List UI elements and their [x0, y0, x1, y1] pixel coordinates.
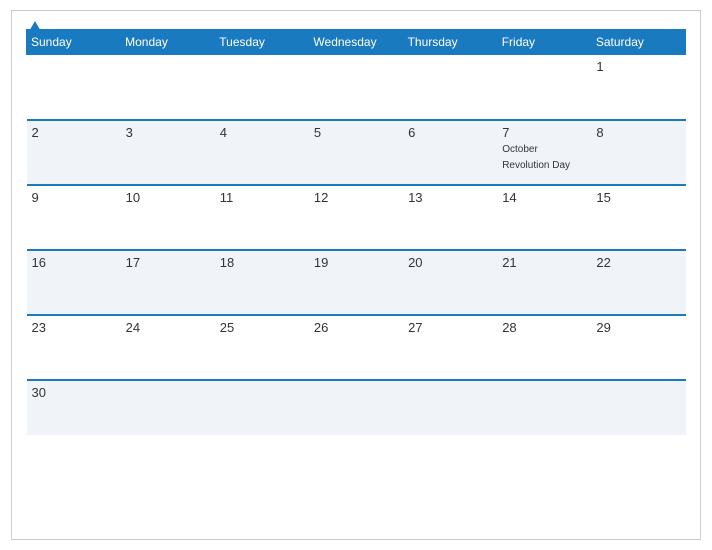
- calendar-cell: [27, 55, 121, 120]
- day-number: 8: [596, 125, 680, 140]
- day-number: 29: [596, 320, 680, 335]
- day-number: 11: [220, 190, 304, 205]
- calendar-cell: 10: [121, 185, 215, 250]
- calendar-cell: 6: [403, 120, 497, 185]
- day-number: 18: [220, 255, 304, 270]
- logo-blue-text: [26, 21, 42, 34]
- calendar-cell: 14: [497, 185, 591, 250]
- day-number: 19: [314, 255, 398, 270]
- day-number: 7: [502, 125, 586, 140]
- calendar-cell: 9: [27, 185, 121, 250]
- day-number: 20: [408, 255, 492, 270]
- week-row-6: 30: [27, 380, 686, 435]
- day-number: 25: [220, 320, 304, 335]
- day-number: 5: [314, 125, 398, 140]
- week-row-4: 16 17 18 19 20 21 22: [27, 250, 686, 315]
- calendar-cell: 3: [121, 120, 215, 185]
- calendar-cell: [215, 55, 309, 120]
- day-number: 30: [32, 385, 116, 400]
- day-number: 13: [408, 190, 492, 205]
- weekday-header-tuesday: Tuesday: [215, 30, 309, 55]
- weekday-header-row: SundayMondayTuesdayWednesdayThursdayFrid…: [27, 30, 686, 55]
- calendar-cell: 7 October Revolution Day: [497, 120, 591, 185]
- calendar-cell: 22: [591, 250, 685, 315]
- calendar-cell: [497, 380, 591, 435]
- logo: [26, 21, 42, 34]
- day-number: 21: [502, 255, 586, 270]
- day-number: 4: [220, 125, 304, 140]
- calendar-cell: 15: [591, 185, 685, 250]
- day-number: 3: [126, 125, 210, 140]
- weekday-header-monday: Monday: [121, 30, 215, 55]
- weekday-header-wednesday: Wednesday: [309, 30, 403, 55]
- calendar-cell: [215, 380, 309, 435]
- calendar-cell: 20: [403, 250, 497, 315]
- calendar-grid: SundayMondayTuesdayWednesdayThursdayFrid…: [26, 29, 686, 435]
- calendar-cell: 24: [121, 315, 215, 380]
- day-number: 14: [502, 190, 586, 205]
- calendar-cell: [309, 380, 403, 435]
- calendar-cell: 25: [215, 315, 309, 380]
- weekday-header-thursday: Thursday: [403, 30, 497, 55]
- calendar-cell: 8: [591, 120, 685, 185]
- day-number: 2: [32, 125, 116, 140]
- calendar-cell: [121, 380, 215, 435]
- calendar-cell: 30: [27, 380, 121, 435]
- calendar-cell: [121, 55, 215, 120]
- calendar-cell: 11: [215, 185, 309, 250]
- calendar-cell: 29: [591, 315, 685, 380]
- calendar-cell: 28: [497, 315, 591, 380]
- week-row-3: 9 10 11 12 13 14 15: [27, 185, 686, 250]
- day-number: 15: [596, 190, 680, 205]
- weekday-header-friday: Friday: [497, 30, 591, 55]
- day-number: 9: [32, 190, 116, 205]
- day-number: 16: [32, 255, 116, 270]
- calendar-cell: 27: [403, 315, 497, 380]
- week-row-1: 1: [27, 55, 686, 120]
- day-number: 17: [126, 255, 210, 270]
- calendar-cell: 26: [309, 315, 403, 380]
- calendar-cell: [309, 55, 403, 120]
- calendar-cell: 17: [121, 250, 215, 315]
- calendar-cell: 5: [309, 120, 403, 185]
- calendar-cell: 23: [27, 315, 121, 380]
- calendar-container: SundayMondayTuesdayWednesdayThursdayFrid…: [11, 10, 701, 540]
- week-row-5: 23 24 25 26 27 28 29: [27, 315, 686, 380]
- day-number: 12: [314, 190, 398, 205]
- day-number: 10: [126, 190, 210, 205]
- day-number: 22: [596, 255, 680, 270]
- calendar-cell: 13: [403, 185, 497, 250]
- calendar-cell: 4: [215, 120, 309, 185]
- calendar-cell: 18: [215, 250, 309, 315]
- calendar-cell: 21: [497, 250, 591, 315]
- day-number: 23: [32, 320, 116, 335]
- day-number: 27: [408, 320, 492, 335]
- calendar-cell: 19: [309, 250, 403, 315]
- calendar-cell: [591, 380, 685, 435]
- day-number: 28: [502, 320, 586, 335]
- day-number: 1: [596, 59, 680, 74]
- calendar-cell: [497, 55, 591, 120]
- day-number: 6: [408, 125, 492, 140]
- calendar-cell: 2: [27, 120, 121, 185]
- weekday-header-saturday: Saturday: [591, 30, 685, 55]
- week-row-2: 234567 October Revolution Day 8: [27, 120, 686, 185]
- calendar-cell: 1: [591, 55, 685, 120]
- calendar-cell: [403, 55, 497, 120]
- day-number: 24: [126, 320, 210, 335]
- day-number: 26: [314, 320, 398, 335]
- logo-triangle-icon: [28, 21, 42, 33]
- calendar-cell: 16: [27, 250, 121, 315]
- day-event: October Revolution Day: [502, 144, 570, 171]
- calendar-cell: [403, 380, 497, 435]
- calendar-cell: 12: [309, 185, 403, 250]
